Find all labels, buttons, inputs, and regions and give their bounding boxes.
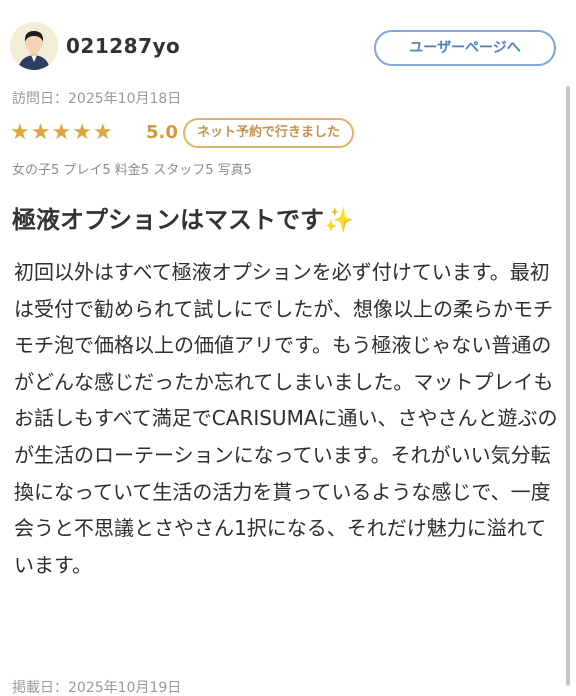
posted-date: 掲載日：2025年10月19日 — [12, 680, 182, 696]
rating-score: 5.0 — [146, 122, 178, 143]
review-title-text: 極液オプションはマストです — [12, 206, 324, 234]
star-icon: ★ — [10, 120, 31, 145]
scrollbar[interactable] — [566, 86, 570, 686]
star-icon: ★ — [92, 120, 114, 145]
review-header: 021287yo ユーザーページへ — [0, 0, 576, 80]
net-reservation-badge: ネット予約で行きました — [183, 118, 355, 148]
star-icon: ★ — [72, 120, 93, 145]
review-body: 初回以外はすべて極液オプションを必ず付けています。最初は受付で勧められて試しにで… — [14, 260, 558, 577]
review-title: 極液オプションはマストです✨ — [12, 200, 354, 235]
sub-ratings: 女の子5 プレイ5 料金5 スタッフ5 写真5 — [12, 163, 252, 178]
user-avatar-icon[interactable] — [10, 22, 58, 70]
rating-row: ★★★★★ 5.0 ネット予約で行きました — [10, 118, 570, 148]
sparkles-icon: ✨ — [324, 206, 354, 234]
user-page-button[interactable]: ユーザーページへ — [374, 30, 556, 66]
star-icon: ★ — [51, 120, 73, 145]
star-icon: ★ — [30, 120, 52, 145]
username[interactable]: 021287yo — [66, 34, 180, 58]
star-rating: ★★★★★ — [10, 118, 114, 148]
visit-date: 訪問日：2025年10月18日 — [12, 91, 182, 107]
